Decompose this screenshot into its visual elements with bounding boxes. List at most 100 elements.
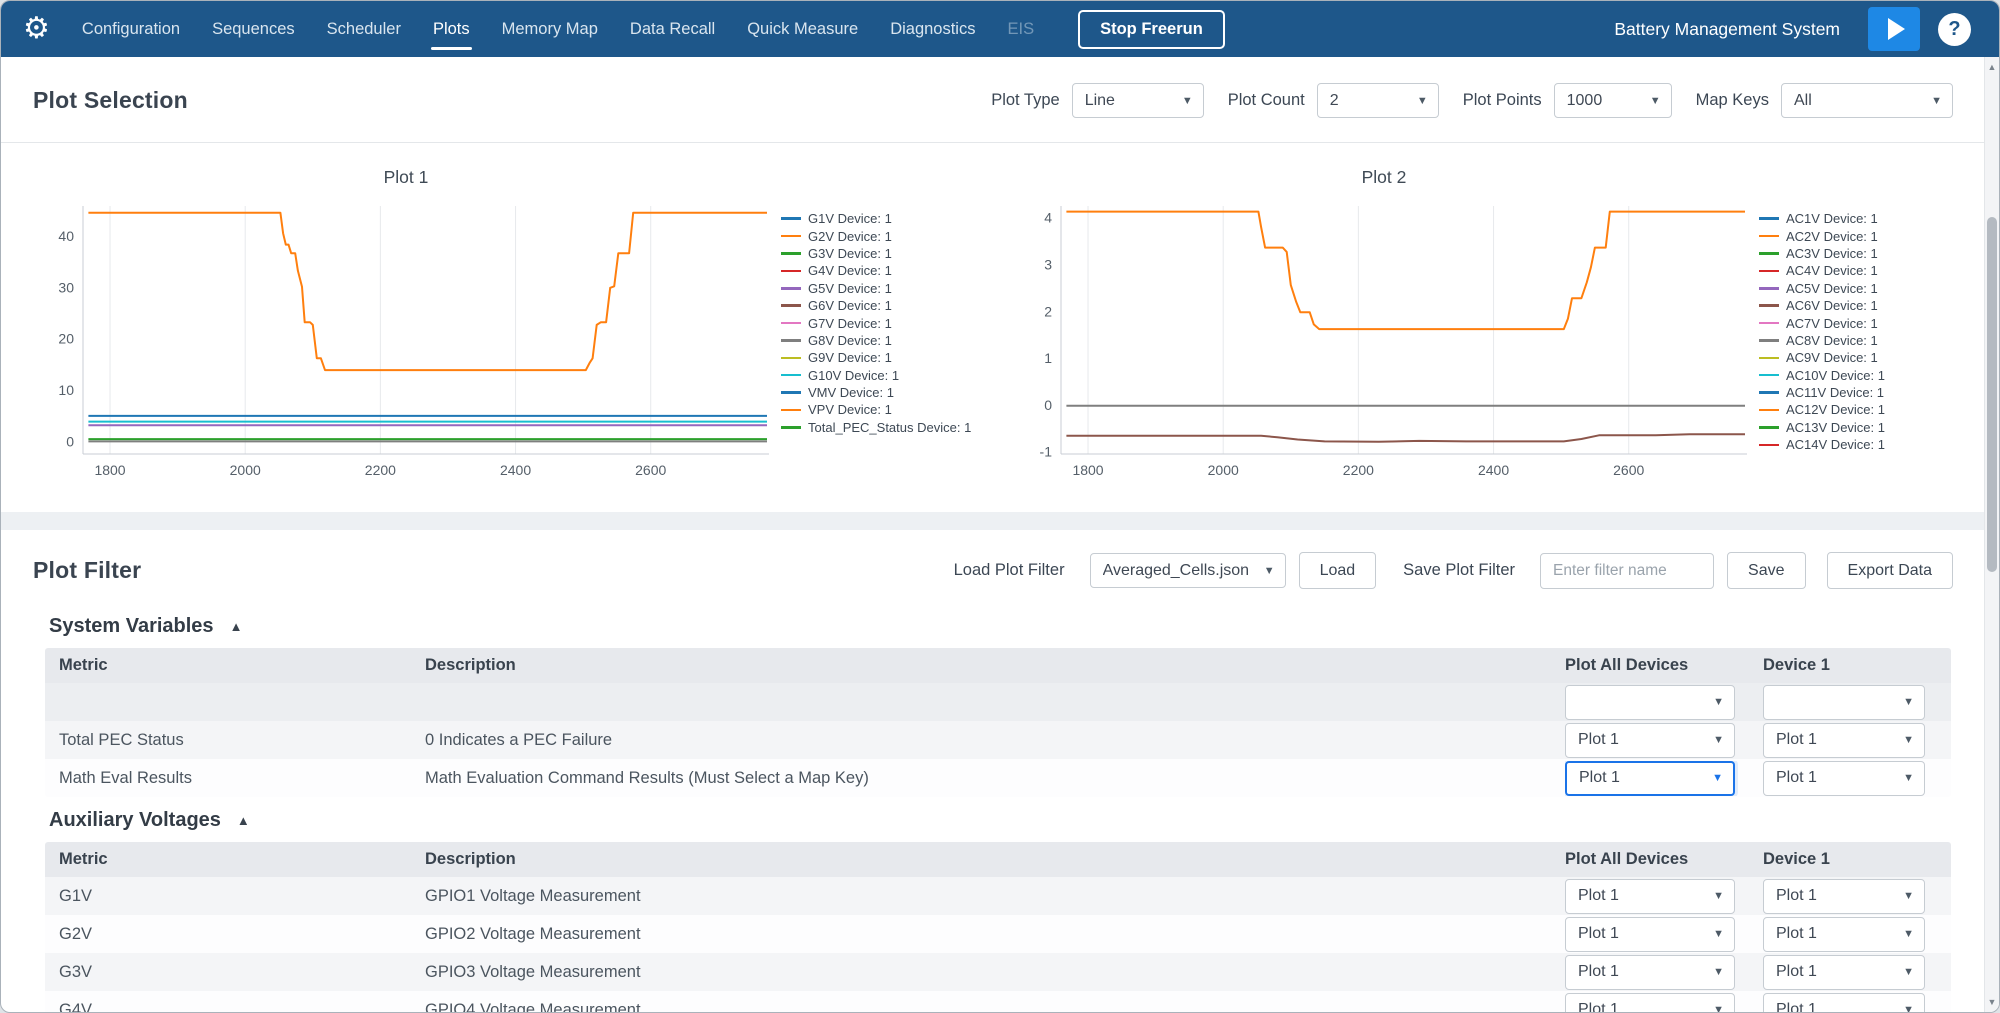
legend-item-ac5v-device-1[interactable]: AC5V Device: 1 <box>1759 280 1973 297</box>
chart-canvas-1: 18002000220024002600010203040 <box>35 190 777 490</box>
legend-item-g5v-device-1[interactable]: G5V Device: 1 <box>781 280 995 297</box>
nav-item-eis[interactable]: EIS <box>991 1 1050 57</box>
math-eval-results-all-devices-select[interactable]: Plot 1▼ <box>1565 761 1735 796</box>
legend-swatch <box>781 270 801 273</box>
section-title: System Variables <box>49 615 214 638</box>
filter-device1-select[interactable]: ▼ <box>1763 685 1925 720</box>
g2v-device1-select[interactable]: Plot 1▼ <box>1763 917 1925 952</box>
legend-item-g9v-device-1[interactable]: G9V Device: 1 <box>781 349 995 366</box>
legend-item-ac2v-device-1[interactable]: AC2V Device: 1 <box>1759 227 1973 244</box>
cell-device1: Plot 1▼ <box>1763 879 1951 914</box>
legend-item-g8v-device-1[interactable]: G8V Device: 1 <box>781 332 995 349</box>
vertical-scrollbar[interactable]: ▲ ▼ <box>1984 57 1999 1012</box>
legend-item-g4v-device-1[interactable]: G4V Device: 1 <box>781 262 995 279</box>
legend-item-vmv-device-1[interactable]: VMV Device: 1 <box>781 384 995 401</box>
g2v-all-devices-select[interactable]: Plot 1▼ <box>1565 917 1735 952</box>
legend-item-ac1v-device-1[interactable]: AC1V Device: 1 <box>1759 210 1973 227</box>
g1v-all-devices-select[interactable]: Plot 1▼ <box>1565 879 1735 914</box>
load-button[interactable]: Load <box>1299 552 1377 589</box>
g1v-all-devices-select-value: Plot 1 <box>1578 887 1619 905</box>
g1v-device1-select[interactable]: Plot 1▼ <box>1763 879 1925 914</box>
nav-item-memory-map[interactable]: Memory Map <box>486 1 614 57</box>
filter-all-devices-select[interactable]: ▼ <box>1565 685 1735 720</box>
legend-item-ac11v-device-1[interactable]: AC11V Device: 1 <box>1759 384 1973 401</box>
legend-swatch <box>1759 287 1779 290</box>
g4v-device1-select[interactable]: Plot 1▼ <box>1763 993 1925 1013</box>
load-filter-select[interactable]: Averaged_Cells.json ▼ <box>1090 553 1286 588</box>
play-button[interactable] <box>1868 7 1920 51</box>
legend-item-ac13v-device-1[interactable]: AC13V Device: 1 <box>1759 419 1973 436</box>
nav-item-quick-measure[interactable]: Quick Measure <box>731 1 874 57</box>
stop-freerun-button[interactable]: Stop Freerun <box>1078 10 1225 49</box>
legend-item-ac14v-device-1[interactable]: AC14V Device: 1 <box>1759 436 1973 453</box>
help-icon[interactable]: ? <box>1938 13 1971 46</box>
legend-item-ac3v-device-1[interactable]: AC3V Device: 1 <box>1759 245 1973 262</box>
legend-swatch <box>781 322 801 325</box>
nav-item-data-recall[interactable]: Data Recall <box>614 1 731 57</box>
table-row-g4v: G4VGPIO4 Voltage MeasurementPlot 1▼Plot … <box>45 991 1951 1013</box>
column-header-plot-all-devices: Plot All Devices <box>1565 656 1763 675</box>
section-heading-auxiliary-voltages[interactable]: Auxiliary Voltages▲ <box>49 809 1999 832</box>
y-tick-label: 0 <box>66 434 74 450</box>
plot-filter-header: Plot Filter Load Plot Filter Averaged_Ce… <box>1 530 1999 605</box>
metric-cell: Total PEC Status <box>45 731 411 750</box>
scroll-up-arrow[interactable]: ▲ <box>1985 59 1999 75</box>
legend-swatch <box>781 252 801 255</box>
scrollbar-thumb[interactable] <box>1987 217 1997 572</box>
legend-item-ac7v-device-1[interactable]: AC7V Device: 1 <box>1759 314 1973 331</box>
chevron-down-icon: ▼ <box>1712 772 1723 784</box>
legend-item-g1v-device-1[interactable]: G1V Device: 1 <box>781 210 995 227</box>
nav-item-sequences[interactable]: Sequences <box>196 1 311 57</box>
legend-item-g6v-device-1[interactable]: G6V Device: 1 <box>781 297 995 314</box>
nav-item-configuration[interactable]: Configuration <box>66 1 196 57</box>
chevron-down-icon: ▼ <box>1931 95 1942 107</box>
g3v-device1-select[interactable]: Plot 1▼ <box>1763 955 1925 990</box>
legend-item-ac9v-device-1[interactable]: AC9V Device: 1 <box>1759 349 1973 366</box>
scroll-down-arrow[interactable]: ▼ <box>1985 994 1999 1010</box>
plot-points-select[interactable]: 1000▼ <box>1554 83 1672 118</box>
chart-card-2: Plot 218002000220024002600-101234AC1V De… <box>1013 159 1973 490</box>
legend-label: AC1V Device: 1 <box>1786 211 1878 226</box>
legend-label: AC7V Device: 1 <box>1786 316 1878 331</box>
nav-item-plots[interactable]: Plots <box>417 1 486 57</box>
x-tick-label: 2200 <box>365 462 396 478</box>
legend-label: AC2V Device: 1 <box>1786 229 1878 244</box>
plot-type-select[interactable]: Line▼ <box>1072 83 1204 118</box>
legend-item-g2v-device-1[interactable]: G2V Device: 1 <box>781 227 995 244</box>
filter-name-input[interactable] <box>1540 553 1714 589</box>
export-data-button[interactable]: Export Data <box>1827 552 1953 589</box>
x-tick-label: 1800 <box>94 462 125 478</box>
legend-item-ac6v-device-1[interactable]: AC6V Device: 1 <box>1759 297 1973 314</box>
legend-swatch <box>781 217 801 220</box>
total-pec-status-device1-select[interactable]: Plot 1▼ <box>1763 723 1925 758</box>
legend-label: G3V Device: 1 <box>808 246 892 261</box>
gear-icon[interactable]: ⚙ <box>23 14 50 44</box>
table-row-g3v: G3VGPIO3 Voltage MeasurementPlot 1▼Plot … <box>45 953 1951 991</box>
save-button[interactable]: Save <box>1727 552 1805 589</box>
legend-label: G2V Device: 1 <box>808 229 892 244</box>
section-heading-system-variables[interactable]: System Variables▲ <box>49 615 1999 638</box>
g3v-all-devices-select[interactable]: Plot 1▼ <box>1565 955 1735 990</box>
nav-item-scheduler[interactable]: Scheduler <box>311 1 417 57</box>
map-keys-select-value: All <box>1794 92 1812 110</box>
g4v-all-devices-select[interactable]: Plot 1▼ <box>1565 993 1735 1013</box>
metric-cell: G4V <box>45 1001 411 1013</box>
cell-all-devices: Plot 1▼ <box>1565 955 1763 990</box>
legend-item-ac12v-device-1[interactable]: AC12V Device: 1 <box>1759 401 1973 418</box>
legend-item-g3v-device-1[interactable]: G3V Device: 1 <box>781 245 995 262</box>
legend-item-ac8v-device-1[interactable]: AC8V Device: 1 <box>1759 332 1973 349</box>
nav-item-diagnostics[interactable]: Diagnostics <box>874 1 991 57</box>
legend-item-vpv-device-1[interactable]: VPV Device: 1 <box>781 401 995 418</box>
plot-count-select[interactable]: 2▼ <box>1317 83 1439 118</box>
legend-item-ac10v-device-1[interactable]: AC10V Device: 1 <box>1759 367 1973 384</box>
nav-items: ConfigurationSequencesSchedulerPlotsMemo… <box>66 1 1050 57</box>
legend-item-total-pec-status-device-1[interactable]: Total_PEC_Status Device: 1 <box>781 419 995 436</box>
legend-label: AC11V Device: 1 <box>1786 385 1884 400</box>
legend-item-g10v-device-1[interactable]: G10V Device: 1 <box>781 367 995 384</box>
legend-item-ac4v-device-1[interactable]: AC4V Device: 1 <box>1759 262 1973 279</box>
map-keys-select[interactable]: All ▼ <box>1781 83 1953 118</box>
chevron-down-icon: ▼ <box>1903 1004 1914 1013</box>
math-eval-results-device1-select[interactable]: Plot 1▼ <box>1763 761 1925 796</box>
legend-item-g7v-device-1[interactable]: G7V Device: 1 <box>781 314 995 331</box>
total-pec-status-all-devices-select[interactable]: Plot 1▼ <box>1565 723 1735 758</box>
